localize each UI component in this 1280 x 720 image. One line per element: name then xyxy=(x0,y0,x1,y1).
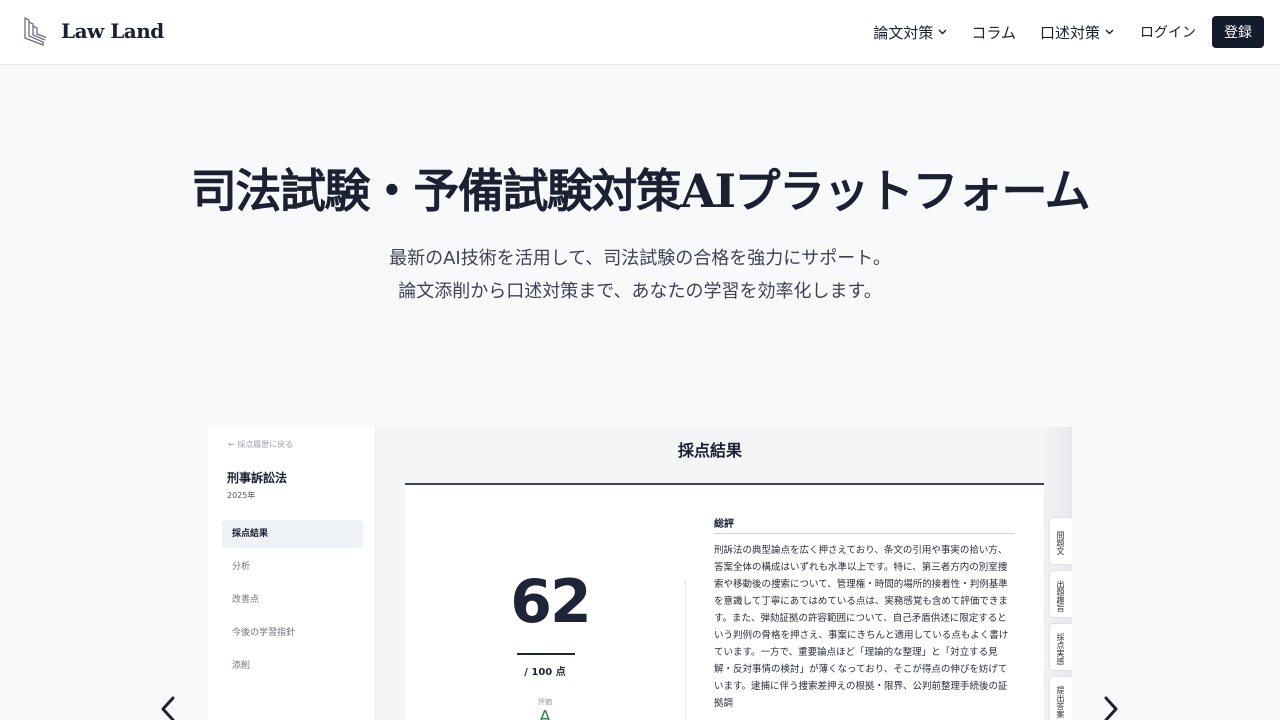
preview-side-tab: 提出答案 xyxy=(1049,676,1072,720)
brand-name: Law Land xyxy=(61,19,164,43)
brand-logo[interactable]: Law Land xyxy=(22,16,164,46)
chevron-down-icon xyxy=(1105,29,1114,35)
preview-card-divider xyxy=(685,580,686,720)
hero-subtitle-line1: 最新のAI技術を活用して、司法試験の合格を強力にサポート。 xyxy=(389,248,891,269)
preview-subject: 刑事訴訟法 xyxy=(227,471,288,485)
preview-back-label: 採点履歴に戻る xyxy=(237,440,294,449)
preview-score-divider xyxy=(517,653,575,655)
preview-header: 採点結果 xyxy=(376,427,1044,483)
preview-side-tab: 問題文 xyxy=(1049,517,1072,565)
preview-side-tab: 採点実感 xyxy=(1049,623,1072,671)
top-navbar: Law Land 論文対策 コラム 口述対策 ログイン 登録 xyxy=(0,0,1280,65)
preview-summary-title: 総評 xyxy=(714,519,734,530)
preview-side-tabs: 問題文 出題趣旨 採点実感 提出答案 xyxy=(1049,517,1072,720)
preview-menu: 採点結果 分析 改善点 今後の学習指針 添削 xyxy=(222,520,363,685)
chevron-left-icon xyxy=(161,696,175,720)
product-preview-screenshot: ← 採点履歴に戻る 刑事訴訟法 2025年 採点結果 分析 改善点 今後の学習指… xyxy=(208,427,1072,720)
preview-evaluation-grade: A xyxy=(538,707,552,720)
register-button[interactable]: 登録 xyxy=(1212,16,1264,48)
preview-menu-item: 採点結果 xyxy=(222,520,363,548)
nav-item-label: コラム xyxy=(971,23,1016,42)
carousel-prev-button[interactable] xyxy=(157,694,179,720)
preview-sidebar: ← 採点履歴に戻る 刑事訴訟法 2025年 採点結果 分析 改善点 今後の学習指… xyxy=(208,427,376,720)
carousel-next-button[interactable] xyxy=(1100,694,1122,720)
hero-subtitle-line2: 論文添削から口述対策まで、あなたの学習を効率化します。 xyxy=(398,281,882,302)
main-nav: 論文対策 コラム 口述対策 ログイン 登録 xyxy=(849,16,1264,48)
preview-score: 62 xyxy=(510,567,592,637)
preview-summary-rule xyxy=(714,533,1015,534)
preview-menu-item: 分析 xyxy=(232,562,251,572)
login-link[interactable]: ログイン xyxy=(1140,22,1196,42)
preview-back-link: ← 採点履歴に戻る xyxy=(228,439,293,450)
preview-summary-text: 刑訴法の典型論点を広く押さえており、条文の引用や事実の拾い方、答案全体の構成はい… xyxy=(714,545,1009,709)
arrow-left-icon: ← xyxy=(228,440,235,449)
chevron-right-icon xyxy=(1104,696,1118,720)
preview-year: 2025年 xyxy=(227,491,256,500)
chevron-down-icon xyxy=(938,29,947,35)
preview-header-title: 採点結果 xyxy=(677,441,742,460)
nav-item-label: 論文対策 xyxy=(873,23,934,42)
nav-item-column[interactable]: コラム xyxy=(971,22,1016,43)
preview-evaluation-label: 評価 xyxy=(538,698,552,706)
preview-side-tab: 出題趣旨 xyxy=(1049,570,1072,618)
nav-item-essay[interactable]: 論文対策 xyxy=(873,22,947,43)
preview-menu-item: 今後の学習指針 xyxy=(232,628,296,638)
nav-item-oral[interactable]: 口述対策 xyxy=(1040,22,1114,43)
hero-title: 司法試験・予備試験対策AIプラットフォーム xyxy=(190,164,1091,218)
preview-menu-item: 改善点 xyxy=(232,595,260,605)
layered-l-logo-icon xyxy=(24,16,47,46)
preview-menu-item: 添削 xyxy=(232,661,251,671)
nav-item-label: 口述対策 xyxy=(1039,23,1100,42)
preview-result-card: 62 / 100 点 評価 A 総評 刑訴法の典型論点を広く押さえており、条文の… xyxy=(405,483,1044,720)
preview-score-out-of: / 100 点 xyxy=(524,667,566,678)
